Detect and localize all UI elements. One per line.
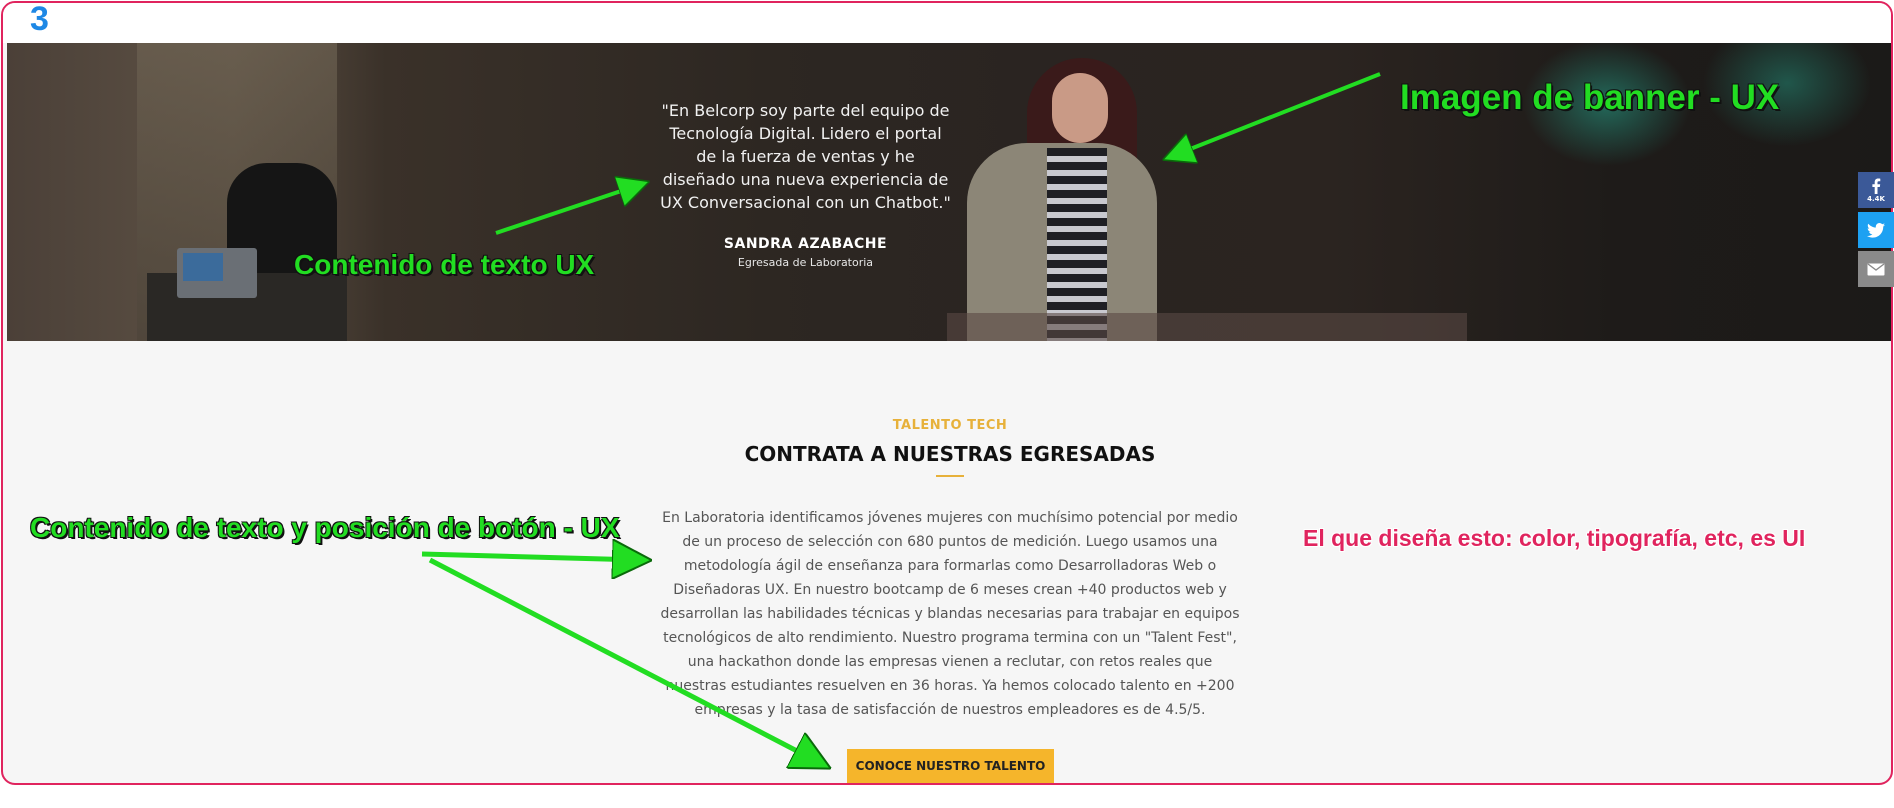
banner-speaker-face — [1052, 73, 1108, 143]
testimonial-quote: "En Belcorp soy parte del equipo de Tecn… — [660, 101, 951, 212]
top-strip — [3, 3, 1891, 43]
section-title: CONTRATA A NUESTRAS EGRESADAS — [744, 442, 1156, 466]
conoce-talento-button[interactable]: CONOCE NUESTRO TALENTO — [847, 749, 1054, 783]
testimonial-role: Egresada de Laboratoria — [737, 256, 874, 269]
email-share-button[interactable] — [1858, 251, 1894, 287]
screenshot-frame: "En Belcorp soy parte del equipo de Tecn… — [1, 1, 1893, 785]
annotation-banner-image: Imagen de banner - UX — [1400, 78, 1780, 117]
email-icon — [1867, 262, 1885, 275]
facebook-share-count: 4.4K — [1867, 194, 1885, 203]
facebook-share-button[interactable]: 4.4K — [1858, 172, 1894, 208]
banner-stage — [947, 313, 1467, 341]
step-number-badge: 3 — [30, 0, 49, 38]
testimonial-name: SANDRA AZABACHE — [723, 236, 888, 252]
title-underline — [936, 475, 964, 477]
twitter-share-button[interactable] — [1858, 212, 1894, 248]
annotation-text-content: Contenido de texto UX — [294, 249, 595, 280]
banner-laptop-screen — [183, 253, 223, 281]
facebook-icon — [1872, 178, 1881, 194]
annotation-text-button-position: Contenido de texto y posición de botón -… — [30, 512, 620, 543]
twitter-icon — [1867, 222, 1885, 238]
section-body: En Laboratoria identificamos jóvenes muj… — [660, 510, 1240, 718]
section-eyebrow: TALENTO TECH — [892, 418, 1008, 433]
annotation-ui-note: El que diseña esto: color, tipografía, e… — [1303, 525, 1806, 551]
